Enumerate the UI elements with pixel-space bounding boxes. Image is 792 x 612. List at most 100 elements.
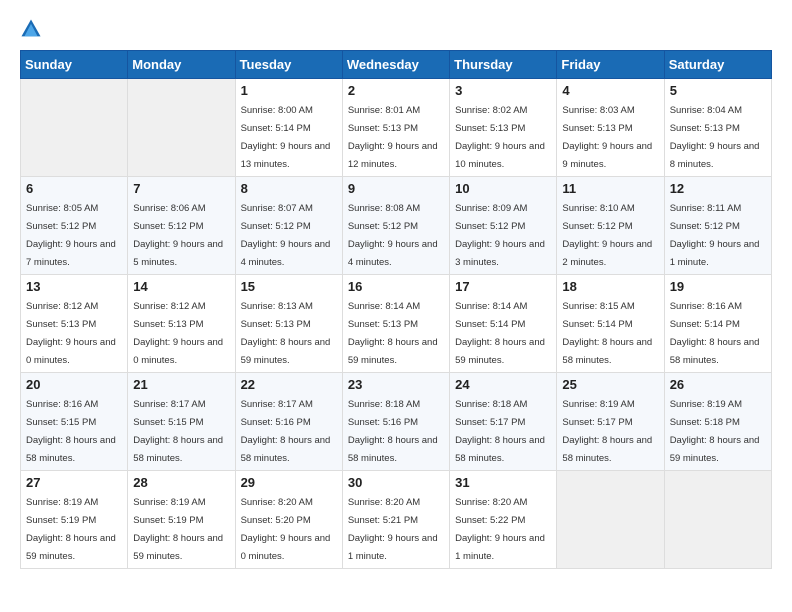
day-info: Sunrise: 8:19 AMSunset: 5:19 PMDaylight:… bbox=[133, 497, 223, 562]
calendar-cell: 31 Sunrise: 8:20 AMSunset: 5:22 PMDaylig… bbox=[450, 471, 557, 569]
calendar-week-1: 1 Sunrise: 8:00 AMSunset: 5:14 PMDayligh… bbox=[21, 79, 772, 177]
day-info: Sunrise: 8:01 AMSunset: 5:13 PMDaylight:… bbox=[348, 105, 438, 170]
day-info: Sunrise: 8:02 AMSunset: 5:13 PMDaylight:… bbox=[455, 105, 545, 170]
day-info: Sunrise: 8:12 AMSunset: 5:13 PMDaylight:… bbox=[133, 301, 223, 366]
day-number: 2 bbox=[348, 83, 444, 98]
day-number: 18 bbox=[562, 279, 658, 294]
day-number: 6 bbox=[26, 181, 122, 196]
day-number: 19 bbox=[670, 279, 766, 294]
day-info: Sunrise: 8:13 AMSunset: 5:13 PMDaylight:… bbox=[241, 301, 331, 366]
calendar-cell: 19 Sunrise: 8:16 AMSunset: 5:14 PMDaylig… bbox=[664, 275, 771, 373]
day-number: 15 bbox=[241, 279, 337, 294]
calendar-cell: 28 Sunrise: 8:19 AMSunset: 5:19 PMDaylig… bbox=[128, 471, 235, 569]
day-info: Sunrise: 8:19 AMSunset: 5:17 PMDaylight:… bbox=[562, 399, 652, 464]
calendar-cell: 11 Sunrise: 8:10 AMSunset: 5:12 PMDaylig… bbox=[557, 177, 664, 275]
header-sunday: Sunday bbox=[21, 51, 128, 79]
day-info: Sunrise: 8:16 AMSunset: 5:15 PMDaylight:… bbox=[26, 399, 116, 464]
calendar-cell: 25 Sunrise: 8:19 AMSunset: 5:17 PMDaylig… bbox=[557, 373, 664, 471]
day-number: 4 bbox=[562, 83, 658, 98]
day-info: Sunrise: 8:06 AMSunset: 5:12 PMDaylight:… bbox=[133, 203, 223, 268]
calendar-cell: 18 Sunrise: 8:15 AMSunset: 5:14 PMDaylig… bbox=[557, 275, 664, 373]
day-info: Sunrise: 8:10 AMSunset: 5:12 PMDaylight:… bbox=[562, 203, 652, 268]
day-number: 9 bbox=[348, 181, 444, 196]
calendar-cell: 10 Sunrise: 8:09 AMSunset: 5:12 PMDaylig… bbox=[450, 177, 557, 275]
day-number: 25 bbox=[562, 377, 658, 392]
day-info: Sunrise: 8:19 AMSunset: 5:18 PMDaylight:… bbox=[670, 399, 760, 464]
day-number: 7 bbox=[133, 181, 229, 196]
day-number: 21 bbox=[133, 377, 229, 392]
calendar-cell: 17 Sunrise: 8:14 AMSunset: 5:14 PMDaylig… bbox=[450, 275, 557, 373]
logo-icon bbox=[20, 18, 42, 40]
day-number: 30 bbox=[348, 475, 444, 490]
day-number: 24 bbox=[455, 377, 551, 392]
header-tuesday: Tuesday bbox=[235, 51, 342, 79]
calendar-week-4: 20 Sunrise: 8:16 AMSunset: 5:15 PMDaylig… bbox=[21, 373, 772, 471]
calendar-week-2: 6 Sunrise: 8:05 AMSunset: 5:12 PMDayligh… bbox=[21, 177, 772, 275]
day-info: Sunrise: 8:17 AMSunset: 5:15 PMDaylight:… bbox=[133, 399, 223, 464]
calendar-cell: 24 Sunrise: 8:18 AMSunset: 5:17 PMDaylig… bbox=[450, 373, 557, 471]
header-thursday: Thursday bbox=[450, 51, 557, 79]
day-info: Sunrise: 8:11 AMSunset: 5:12 PMDaylight:… bbox=[670, 203, 760, 268]
day-info: Sunrise: 8:07 AMSunset: 5:12 PMDaylight:… bbox=[241, 203, 331, 268]
day-info: Sunrise: 8:00 AMSunset: 5:14 PMDaylight:… bbox=[241, 105, 331, 170]
day-info: Sunrise: 8:14 AMSunset: 5:13 PMDaylight:… bbox=[348, 301, 438, 366]
day-number: 23 bbox=[348, 377, 444, 392]
day-number: 31 bbox=[455, 475, 551, 490]
calendar-cell: 29 Sunrise: 8:20 AMSunset: 5:20 PMDaylig… bbox=[235, 471, 342, 569]
calendar-cell: 1 Sunrise: 8:00 AMSunset: 5:14 PMDayligh… bbox=[235, 79, 342, 177]
header-friday: Friday bbox=[557, 51, 664, 79]
calendar-cell: 30 Sunrise: 8:20 AMSunset: 5:21 PMDaylig… bbox=[342, 471, 449, 569]
header-row: Sunday Monday Tuesday Wednesday Thursday… bbox=[21, 51, 772, 79]
calendar-cell: 21 Sunrise: 8:17 AMSunset: 5:15 PMDaylig… bbox=[128, 373, 235, 471]
day-info: Sunrise: 8:19 AMSunset: 5:19 PMDaylight:… bbox=[26, 497, 116, 562]
day-number: 20 bbox=[26, 377, 122, 392]
calendar-body: 1 Sunrise: 8:00 AMSunset: 5:14 PMDayligh… bbox=[21, 79, 772, 569]
day-number: 17 bbox=[455, 279, 551, 294]
calendar-cell: 4 Sunrise: 8:03 AMSunset: 5:13 PMDayligh… bbox=[557, 79, 664, 177]
day-number: 14 bbox=[133, 279, 229, 294]
day-number: 1 bbox=[241, 83, 337, 98]
calendar-cell: 22 Sunrise: 8:17 AMSunset: 5:16 PMDaylig… bbox=[235, 373, 342, 471]
day-number: 11 bbox=[562, 181, 658, 196]
calendar-cell: 9 Sunrise: 8:08 AMSunset: 5:12 PMDayligh… bbox=[342, 177, 449, 275]
day-number: 16 bbox=[348, 279, 444, 294]
header-wednesday: Wednesday bbox=[342, 51, 449, 79]
header-monday: Monday bbox=[128, 51, 235, 79]
calendar-cell: 15 Sunrise: 8:13 AMSunset: 5:13 PMDaylig… bbox=[235, 275, 342, 373]
day-info: Sunrise: 8:18 AMSunset: 5:17 PMDaylight:… bbox=[455, 399, 545, 464]
calendar-cell: 14 Sunrise: 8:12 AMSunset: 5:13 PMDaylig… bbox=[128, 275, 235, 373]
day-info: Sunrise: 8:09 AMSunset: 5:12 PMDaylight:… bbox=[455, 203, 545, 268]
day-info: Sunrise: 8:18 AMSunset: 5:16 PMDaylight:… bbox=[348, 399, 438, 464]
day-number: 28 bbox=[133, 475, 229, 490]
day-info: Sunrise: 8:05 AMSunset: 5:12 PMDaylight:… bbox=[26, 203, 116, 268]
day-number: 29 bbox=[241, 475, 337, 490]
calendar-cell: 2 Sunrise: 8:01 AMSunset: 5:13 PMDayligh… bbox=[342, 79, 449, 177]
day-info: Sunrise: 8:04 AMSunset: 5:13 PMDaylight:… bbox=[670, 105, 760, 170]
header-saturday: Saturday bbox=[664, 51, 771, 79]
day-info: Sunrise: 8:20 AMSunset: 5:22 PMDaylight:… bbox=[455, 497, 545, 562]
day-info: Sunrise: 8:20 AMSunset: 5:21 PMDaylight:… bbox=[348, 497, 438, 562]
calendar-cell bbox=[128, 79, 235, 177]
calendar-header: Sunday Monday Tuesday Wednesday Thursday… bbox=[21, 51, 772, 79]
day-info: Sunrise: 8:12 AMSunset: 5:13 PMDaylight:… bbox=[26, 301, 116, 366]
calendar-cell: 26 Sunrise: 8:19 AMSunset: 5:18 PMDaylig… bbox=[664, 373, 771, 471]
calendar-cell: 8 Sunrise: 8:07 AMSunset: 5:12 PMDayligh… bbox=[235, 177, 342, 275]
day-info: Sunrise: 8:15 AMSunset: 5:14 PMDaylight:… bbox=[562, 301, 652, 366]
day-number: 13 bbox=[26, 279, 122, 294]
day-number: 27 bbox=[26, 475, 122, 490]
day-number: 12 bbox=[670, 181, 766, 196]
calendar-week-5: 27 Sunrise: 8:19 AMSunset: 5:19 PMDaylig… bbox=[21, 471, 772, 569]
calendar-cell: 16 Sunrise: 8:14 AMSunset: 5:13 PMDaylig… bbox=[342, 275, 449, 373]
day-number: 10 bbox=[455, 181, 551, 196]
calendar-week-3: 13 Sunrise: 8:12 AMSunset: 5:13 PMDaylig… bbox=[21, 275, 772, 373]
calendar-cell: 13 Sunrise: 8:12 AMSunset: 5:13 PMDaylig… bbox=[21, 275, 128, 373]
page: Sunday Monday Tuesday Wednesday Thursday… bbox=[0, 0, 792, 579]
day-info: Sunrise: 8:03 AMSunset: 5:13 PMDaylight:… bbox=[562, 105, 652, 170]
day-info: Sunrise: 8:20 AMSunset: 5:20 PMDaylight:… bbox=[241, 497, 331, 562]
calendar: Sunday Monday Tuesday Wednesday Thursday… bbox=[20, 50, 772, 569]
calendar-cell: 27 Sunrise: 8:19 AMSunset: 5:19 PMDaylig… bbox=[21, 471, 128, 569]
day-info: Sunrise: 8:16 AMSunset: 5:14 PMDaylight:… bbox=[670, 301, 760, 366]
calendar-cell bbox=[664, 471, 771, 569]
calendar-cell: 3 Sunrise: 8:02 AMSunset: 5:13 PMDayligh… bbox=[450, 79, 557, 177]
day-info: Sunrise: 8:14 AMSunset: 5:14 PMDaylight:… bbox=[455, 301, 545, 366]
